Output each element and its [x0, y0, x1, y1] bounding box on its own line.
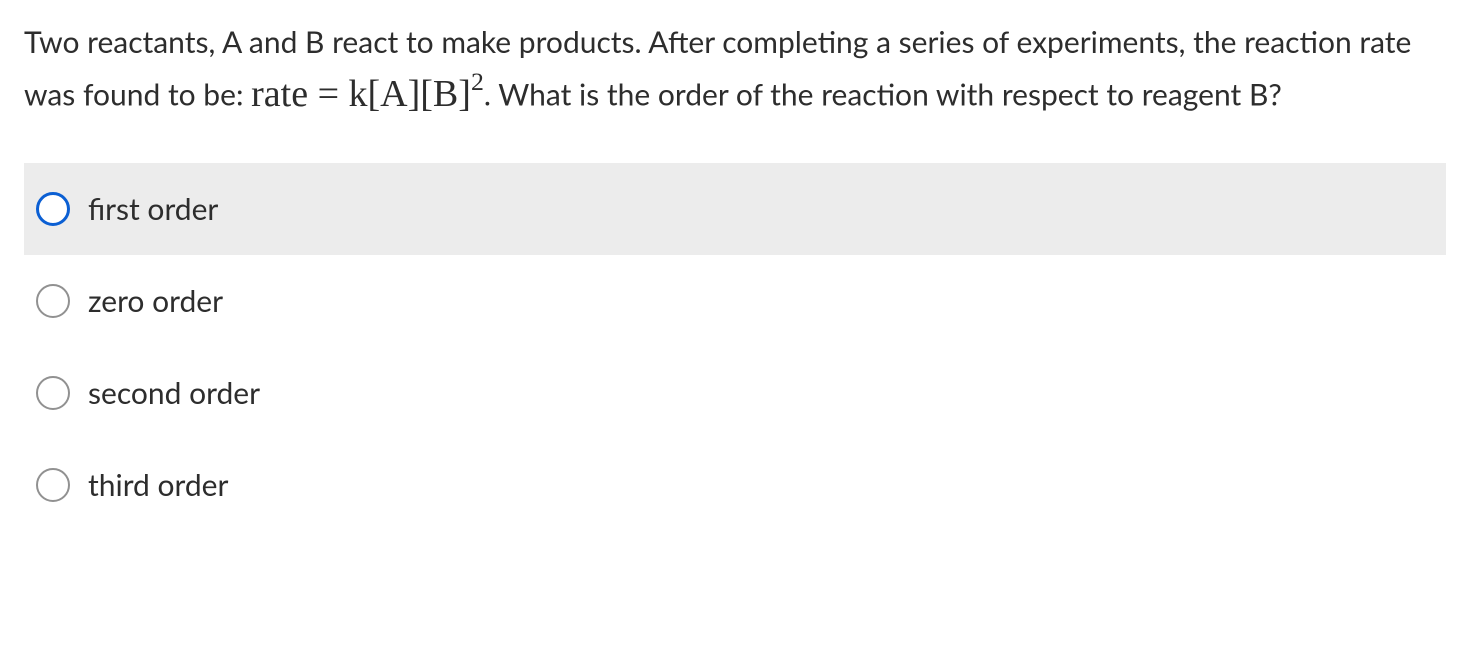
formula-rhs-exponent: 2 — [471, 67, 484, 96]
radio-icon — [36, 284, 70, 318]
question-text: Two reactants, A and B react to make pro… — [24, 20, 1446, 123]
rate-formula: rate = k[A][B]2 — [251, 73, 484, 115]
options-list: first order zero order second order thir… — [24, 163, 1446, 531]
formula-eq: = — [308, 73, 348, 115]
formula-lhs: rate — [251, 73, 308, 115]
option-label: third order — [88, 467, 228, 503]
radio-icon — [36, 376, 70, 410]
option-third-order[interactable]: third order — [24, 439, 1446, 531]
option-label: zero order — [88, 283, 223, 319]
option-zero-order[interactable]: zero order — [24, 255, 1446, 347]
formula-rhs-base: k[A][B] — [349, 73, 471, 115]
option-label: second order — [88, 375, 260, 411]
option-first-order[interactable]: first order — [24, 163, 1446, 255]
option-label: first order — [88, 191, 218, 227]
question-suffix: . What is the order of the reaction with… — [484, 77, 1282, 113]
radio-icon — [36, 468, 70, 502]
radio-icon — [36, 192, 70, 226]
option-second-order[interactable]: second order — [24, 347, 1446, 439]
